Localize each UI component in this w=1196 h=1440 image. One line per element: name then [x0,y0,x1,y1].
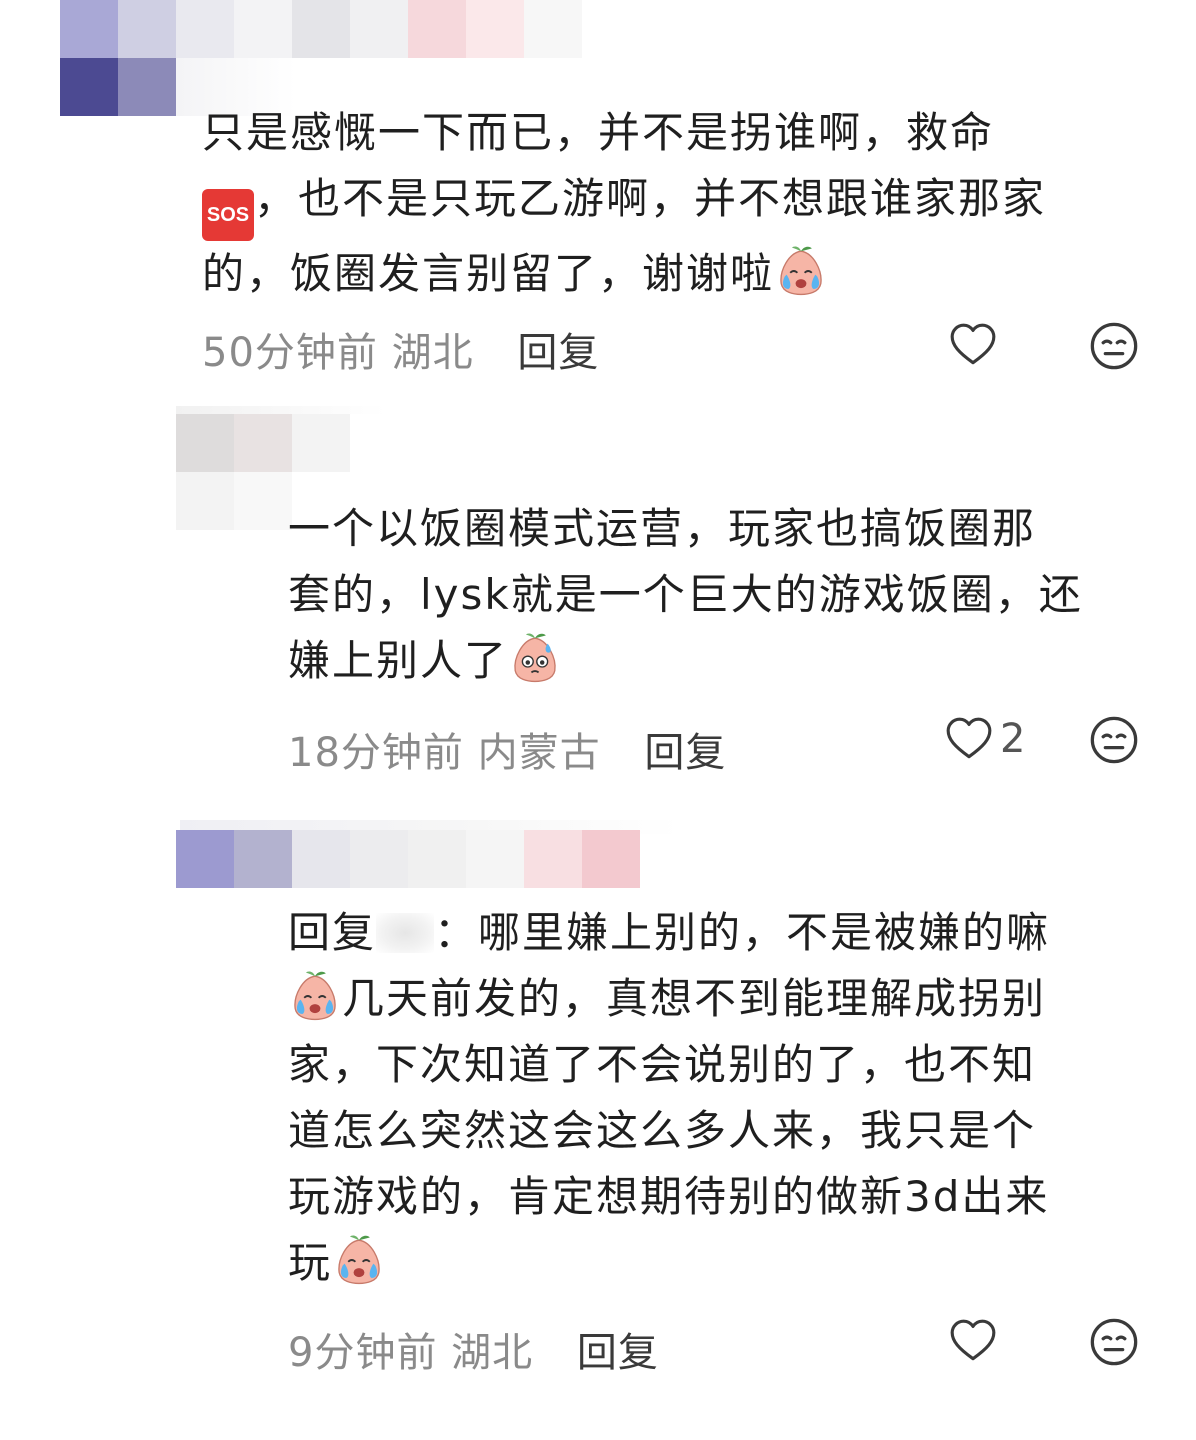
comment-time: 18分钟前 [288,730,464,776]
comment-1-text: 只是感慨一下而已，并不是拐谁啊，救命 SOS ，也不是只玩乙游啊，并不想跟谁家那家… [202,100,1162,307]
heart-icon [948,1316,998,1366]
comment-2: 一个以饭圈模式运营，玩家也搞饭圈那 套的，lysk就是一个巨大的游戏饭圈，还 嫌… [288,496,1168,694]
comment-3-line-2: 几天前发的，真想不到能理解成拐别 [288,966,1168,1032]
comment-3-line-1-text: ：哪里嫌上别的，不是被嫌的嘛 [434,908,1051,957]
comment-2-meta: 18分钟前 内蒙古 回复 [288,720,726,778]
comment-1-line-1: 只是感慨一下而已，并不是拐谁啊，救命 [202,108,995,157]
comment-2-text: 一个以饭圈模式运营，玩家也搞饭圈那 套的，lysk就是一个巨大的游戏饭圈，还 嫌… [288,496,1168,694]
comment-3-line-6: 玩 [288,1230,1168,1296]
comment-location: 湖北 [391,330,474,376]
reply-button[interactable]: 回复 [517,330,599,376]
comment-3: 回复 ：哪里嫌上别的，不是被嫌的嘛 几天前发的，真想不到能理解成拐别 家，下次知道… [288,900,1168,1296]
comment-1-line-3: 的，饭圈发言别留了，谢谢啦 [202,241,1162,307]
neutral-face-icon [1088,1316,1140,1368]
comment-1: 只是感慨一下而已，并不是拐谁啊，救命 SOS ，也不是只玩乙游啊，并不想跟谁家那家… [202,100,1162,307]
reply-button[interactable]: 回复 [644,730,726,776]
comment-3-line-4: 道怎么突然这会这么多人来，我只是个 [288,1106,1037,1155]
heart-icon [948,320,998,370]
comment-3-line-1: 回复 ：哪里嫌上别的，不是被嫌的嘛 [288,900,1168,966]
comment-3-text: 回复 ：哪里嫌上别的，不是被嫌的嘛 几天前发的，真想不到能理解成拐别 家，下次知道… [288,900,1168,1296]
crying-peach-emoji-icon [288,969,342,1023]
reply-prefix: 回复 [288,908,377,957]
censored-user-header [176,830,640,888]
dislike-button[interactable] [1088,320,1140,372]
neutral-face-icon [1088,714,1140,766]
comment-3-meta: 9分钟前 湖北 回复 [288,1320,659,1378]
comment-location: 内蒙古 [477,730,601,776]
sos-emoji: SOS [202,189,254,241]
censored-username [376,913,435,953]
like-count: 2 [1000,716,1026,762]
censor-fade [176,406,386,414]
reply-button[interactable]: 回复 [577,1330,659,1376]
comment-1-line-3-text: 的，饭圈发言别留了，谢谢啦 [202,249,775,298]
crying-peach-emoji-icon [332,1233,386,1287]
comment-3-line-6-text: 玩 [288,1238,333,1287]
heart-icon [944,714,994,764]
like-button[interactable] [948,1316,998,1366]
comment-time: 50分钟前 [202,330,378,376]
comment-2-line-1: 一个以饭圈模式运营，玩家也搞饭圈那 [288,504,1037,553]
comment-1-line-2: SOS ，也不是只玩乙游啊，并不想跟谁家那家 [202,166,1162,241]
comment-thread: 只是感慨一下而已，并不是拐谁啊，救命 SOS ，也不是只玩乙游啊，并不想跟谁家那家… [0,0,1196,1440]
comment-3-line-2-text: 几天前发的，真想不到能理解成拐别 [342,974,1047,1023]
comment-2-line-2: 套的，lysk就是一个巨大的游戏饭圈，还 [288,570,1083,619]
comment-2-line-3: 嫌上别人了 [288,628,1168,694]
dislike-button[interactable] [1088,1316,1140,1368]
censored-avatar[interactable] [176,472,292,530]
censored-user-header [60,0,582,58]
like-button[interactable]: 2 [944,714,1025,764]
censored-avatar[interactable] [60,58,176,116]
comment-location: 湖北 [451,1330,534,1376]
neutral-face-icon [1088,320,1140,372]
like-button[interactable] [948,320,998,370]
sweating-peach-emoji-icon [508,631,562,685]
dislike-button[interactable] [1088,714,1140,766]
comment-3-line-3: 家，下次知道了不会说别的了，也不知 [288,1040,1037,1089]
comment-1-line-2-text: ，也不是只玩乙游啊，并不想跟谁家那家 [254,174,1047,223]
comment-3-line-5: 玩游戏的，肯定想期待别的做新3d出来 [288,1172,1050,1221]
crying-peach-emoji-icon [774,244,828,298]
comment-1-meta: 50分钟前 湖北 回复 [202,320,599,378]
comment-2-line-3-text: 嫌上别人了 [288,636,509,685]
comment-time: 9分钟前 [288,1330,438,1376]
censored-user-header [176,414,350,472]
